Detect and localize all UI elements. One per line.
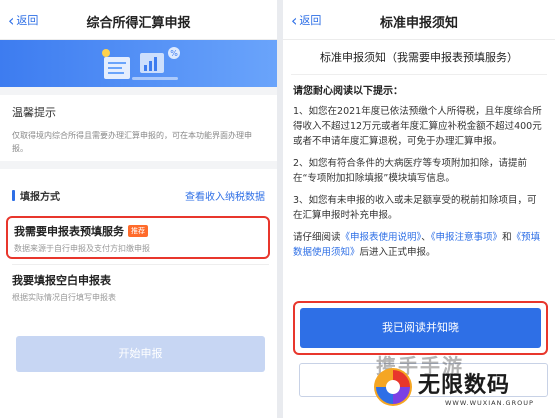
blank-form-option-subtitle: 根据实际情况自行填写申报表 [12,293,116,302]
prefill-option-title: 我需要申报表预填服务 推荐 [14,223,262,239]
notice-paragraph-1: 1、如您在2021年度已依法预缴个人所得税，且年度综合所得收入不超过12万元或者… [293,106,542,147]
left-screen: ‹ 返回 综合所得汇算申报 % 温馨提示 仅取得境内综合所得且需要办理汇算申报的… [0,0,277,418]
notice-body: 请您耐心阅读以下提示： 1、如您在2021年度已依法预缴个人所得税，且年度综合所… [283,75,555,260]
banner-illustration-icon: % [102,47,180,80]
banner: % [0,40,277,87]
method-label-text: 填报方式 [20,191,60,203]
para4-sep: 、 [421,232,431,243]
form-instructions-link[interactable]: 《申报表使用说明》 [341,232,422,243]
svg-text:%: % [170,49,178,58]
prefill-option-subtitle: 数据来源于自行申报及支付方扣缴申报 [14,244,150,253]
notice-paragraph-3: 3、如您有未申报的收入或未足额享受的税前扣除项目，可在汇算申报时补充申报。 [293,195,537,221]
watermark-url: WWW.WUXIAN.GROUP [445,399,534,407]
method-header: 填报方式 查看收入纳税数据 [0,187,277,203]
watermark: 携手手游 无限数码 WWW.WUXIAN.GROUP [372,350,555,418]
blank-form-option[interactable]: 我要填报空白申报表 根据实际情况自行填写申报表 [12,272,116,303]
prefill-option[interactable]: 我需要申报表预填服务 推荐 数据来源于自行申报及支付方扣缴申报 [6,216,270,259]
accent-bar [12,189,15,201]
agree-highlight: 我已阅读并知晓 [293,301,548,355]
para4-suffix: 后进入正式申报。 [359,247,436,258]
notice-paragraph-2: 2、如您有符合条件的大病医疗等专项附加扣除，请提前在“专项附加扣除填报”模块填写… [293,158,528,184]
tips-title: 温馨提示 [12,106,56,119]
method-label: 填报方式 [12,188,60,203]
tips-text: 仅取得境内综合所得且需要办理汇算申报的，可在本功能界面办理申报。 [12,131,252,153]
page-title: 综合所得汇算申报 [86,16,191,31]
filing-notes-link[interactable]: 《申报注意事项》 [431,232,502,243]
watermark-brand: 无限数码 [418,373,511,398]
tips-section: 温馨提示 仅取得境内综合所得且需要办理汇算申报的，可在本功能界面办理申报。 [0,95,277,161]
brand-logo-icon [374,368,412,406]
notice-paragraph-4: 请仔细阅读《申报表使用说明》、《申报注意事项》和《预填数据使用须知》后进入正式申… [293,230,545,260]
prefill-option-label: 我需要申报表预填服务 [14,225,124,238]
para4-prefix: 请仔细阅读 [293,232,341,243]
page-title: 标准申报须知 [379,16,458,31]
nav-bar: ‹ 返回 标准申报须知 [283,0,555,40]
view-income-tax-data-link[interactable]: 查看收入纳税数据 [185,188,265,203]
read-and-acknowledge-button[interactable]: 我已阅读并知晓 [300,308,541,348]
blank-form-option-title: 我要填报空白申报表 [12,274,111,287]
notice-title: 标准申报须知（我需要申报表预填服务） [320,51,518,64]
para4-and: 和 [502,232,512,243]
start-filing-button[interactable]: 开始申报 [16,336,265,372]
section-separator [0,87,277,95]
recommend-badge: 推荐 [128,225,148,237]
notice-intro: 请您耐心阅读以下提示： [293,86,403,97]
divider [12,264,269,265]
section-separator [0,161,277,169]
nav-bar: ‹ 返回 综合所得汇算申报 [0,0,277,40]
